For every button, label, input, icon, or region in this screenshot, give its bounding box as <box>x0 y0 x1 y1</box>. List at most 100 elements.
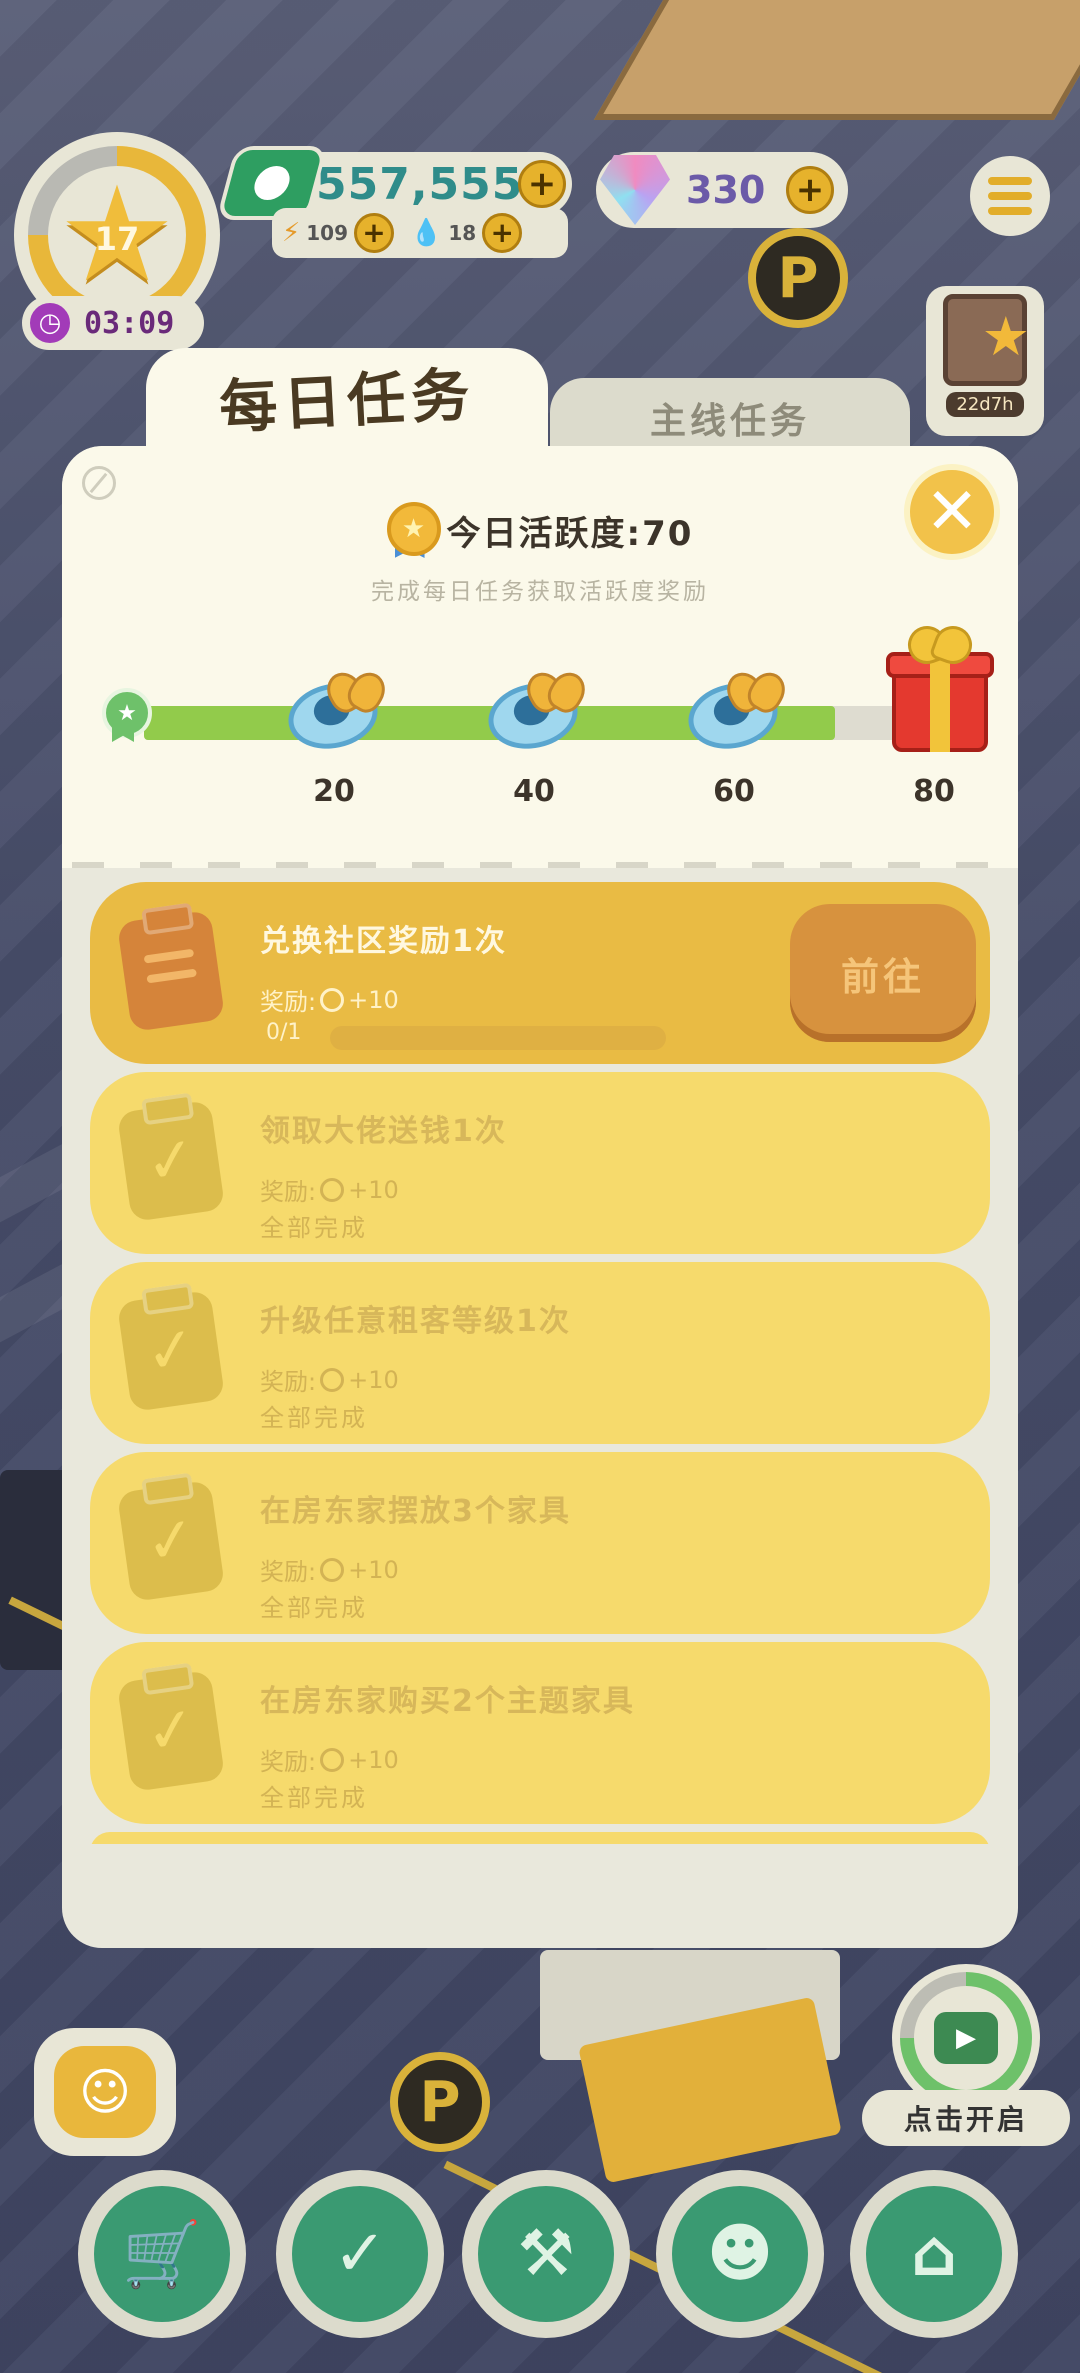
emoji-chat-button[interactable]: ☺ <box>34 2028 176 2156</box>
add-energy-button[interactable]: + <box>354 213 395 253</box>
wooden-platform <box>593 0 1080 120</box>
task-reward: 奖励: +10 <box>260 1172 399 1207</box>
medal-icon <box>320 1177 345 1202</box>
tv-ad-button[interactable]: ▶ 点击开启 <box>862 1964 1070 2146</box>
task-status: 全部完成 <box>260 1404 368 1432</box>
check-mark: ✓ <box>141 1122 201 1200</box>
bow-icon <box>328 662 384 718</box>
nav-tenants[interactable]: ☻ <box>656 2170 824 2338</box>
book-icon <box>943 294 1030 386</box>
clipboard-icon: ✓ <box>116 909 226 1033</box>
menu-icon-bar <box>988 177 1032 185</box>
task-item: ✓ 升级任意租客等级1次 奖励: +10 全部完成 <box>90 1262 990 1444</box>
task-title: 升级任意租客等级1次 <box>260 1304 571 1339</box>
nav-shop[interactable]: 🛒 <box>78 2170 246 2338</box>
menu-button[interactable] <box>970 156 1050 236</box>
reward-chest-40[interactable] <box>482 662 588 757</box>
tab-daily-quests[interactable]: 每日任务 <box>146 348 548 458</box>
gem-counter: 330 + <box>596 152 848 228</box>
parking-sign-icon: P <box>390 2052 490 2152</box>
milestone-label: 60 <box>713 774 755 809</box>
task-title: 领取大佬送钱1次 <box>260 1114 507 1149</box>
nav-home[interactable]: ⌂ <box>850 2170 1018 2338</box>
resource-counter: ⚡ 109 + 💧 18 + <box>272 208 568 258</box>
reward-label: 奖励: <box>260 1368 317 1396</box>
tv-icon: ▶ <box>934 2012 998 2064</box>
gift-bow-icon <box>908 624 972 660</box>
reward-label: 奖励: <box>260 988 317 1016</box>
task-list[interactable]: ✓ 兑换社区奖励1次 奖励: +10 0/1 前往 ✓ 领取大佬送钱1次 奖励:… <box>90 882 990 1844</box>
player-level: 17 <box>94 220 140 258</box>
clipboard-check-icon: ✓ <box>116 1289 226 1413</box>
tab-main-label: 主线任务 <box>649 401 810 442</box>
reward-gift-80[interactable] <box>886 624 994 754</box>
reward-label: 奖励: <box>260 1748 317 1776</box>
medal-icon <box>320 987 345 1012</box>
milestone-label: 20 <box>313 774 355 809</box>
activity-subtitle: 完成每日任务获取活跃度奖励 <box>371 579 709 605</box>
gift-ribbon <box>930 652 950 752</box>
activity-header: 今日活跃度:70 <box>62 502 1018 558</box>
tools-icon: ⚒ <box>478 2186 614 2322</box>
event-book-button[interactable]: 22d7h <box>926 286 1044 436</box>
clipboard-check-icon: ✓ <box>116 1099 226 1223</box>
reward-label: 奖励: <box>260 1178 317 1206</box>
smile-face-icon: ☺ <box>54 2046 156 2138</box>
tab-daily-label: 每日任务 <box>217 360 477 442</box>
check-mark: ✓ <box>141 1502 201 1580</box>
house-icon: ⌂ <box>866 2186 1002 2322</box>
task-item: ✓ 领取大佬送钱1次 奖励: +10 全部完成 <box>90 1072 990 1254</box>
gem-icon <box>600 155 670 225</box>
task-reward: 奖励: +10 <box>260 1742 399 1777</box>
reward-value: +10 <box>348 1365 399 1394</box>
add-water-button[interactable]: + <box>482 213 523 253</box>
nav-tools[interactable]: ⚒ <box>462 2170 630 2338</box>
medal-icon <box>320 1557 345 1582</box>
water-value: 18 <box>448 221 477 245</box>
progress-start-icon <box>102 688 152 742</box>
tv-label: 点击开启 <box>862 2090 1070 2146</box>
check-mark: ✓ <box>141 1312 201 1390</box>
go-button-label: 前往 <box>840 954 925 999</box>
task-item: ✓ 在房东家购买2个主题家具 奖励: +10 全部完成 <box>90 1642 990 1824</box>
reward-chest-20[interactable] <box>282 662 388 757</box>
task-reward: 奖励: +10 <box>260 1552 399 1587</box>
milestone-label: 80 <box>913 774 955 809</box>
menu-icon-bar <box>988 192 1032 200</box>
task-item-partial <box>90 1832 990 1844</box>
reward-label: 奖励: <box>260 1558 317 1586</box>
menu-icon-bar <box>988 207 1032 215</box>
book-timer: 22d7h <box>946 392 1024 417</box>
cart-icon: 🛒 <box>94 2186 230 2322</box>
clipboard-check-icon: ✓ <box>116 1669 226 1793</box>
money-counter: 557,555 + <box>216 146 572 220</box>
reward-value: +10 <box>348 1175 399 1204</box>
lightning-icon: ⚡ <box>282 218 301 248</box>
divider <box>72 862 1008 868</box>
medal-icon <box>320 1747 345 1772</box>
task-reward: 奖励: +10 <box>260 1362 399 1397</box>
task-item: ✓ 在房东家摆放3个家具 奖励: +10 全部完成 <box>90 1452 990 1634</box>
task-item: ✓ 兑换社区奖励1次 奖励: +10 0/1 前往 <box>90 882 990 1064</box>
nav-tasks[interactable]: ✓ <box>276 2170 444 2338</box>
check-mark: ✓ <box>141 1692 201 1770</box>
add-gems-button[interactable]: + <box>786 166 834 214</box>
daily-quest-dialog: 今日活跃度:70 完成每日任务获取活跃度奖励 20 40 60 80 ✓ <box>62 446 1018 1948</box>
parking-sign-icon: P <box>748 228 848 328</box>
money-value: 557,555 <box>316 158 524 210</box>
add-money-button[interactable]: + <box>518 160 566 208</box>
clipboard-check-icon: ✓ <box>116 1479 226 1603</box>
task-title: 在房东家摆放3个家具 <box>260 1494 571 1529</box>
reward-chest-60[interactable] <box>682 662 788 757</box>
reward-value: +10 <box>348 985 399 1014</box>
medal-icon <box>386 502 441 558</box>
go-button[interactable]: 前往 <box>790 904 976 1042</box>
bow-icon <box>528 662 584 718</box>
water-drop-icon: 💧 <box>410 218 443 248</box>
face-icon: ☻ <box>672 2186 808 2322</box>
close-button[interactable]: ✕ <box>904 464 1000 560</box>
energy-value: 109 <box>306 221 349 245</box>
clipboard-icon: ✓ <box>292 2186 428 2322</box>
mute-icon[interactable] <box>82 466 116 500</box>
medal-icon <box>320 1367 345 1392</box>
